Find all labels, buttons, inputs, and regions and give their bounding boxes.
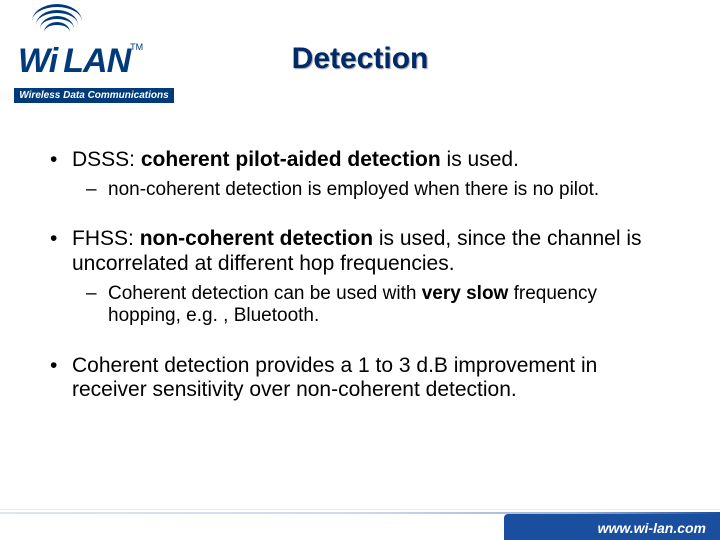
slide-title: Detection: [0, 42, 720, 76]
bullet-fhss-sub-pre: Coherent detection can be used with: [108, 283, 422, 304]
bullet-coherent: Coherent detection provides a 1 to 3 d.B…: [50, 354, 670, 404]
slide-content: DSSS: coherent pilot-aided detection is …: [50, 148, 670, 429]
footer-divider-light: [0, 509, 720, 510]
bullet-dsss-bold: coherent pilot-aided detection: [141, 148, 441, 171]
bullet-dsss-sub: non-coherent detection is employed when …: [86, 179, 670, 201]
signal-arc-icon: [30, 4, 84, 34]
bullet-dsss-pre: DSSS:: [72, 148, 141, 171]
footer-url: www.wi-lan.com: [598, 520, 706, 536]
bullet-fhss-bold: non-coherent detection: [140, 227, 373, 250]
bullet-fhss-sub-bold: very slow: [422, 283, 509, 304]
bullet-dsss: DSSS: coherent pilot-aided detection is …: [50, 148, 670, 201]
bullet-dsss-post: is used.: [441, 148, 519, 171]
bullet-fhss-pre: FHSS:: [72, 227, 140, 250]
bullet-fhss: FHSS: non-coherent detection is used, si…: [50, 227, 670, 327]
logo-subtitle: Wireless Data Communications: [14, 88, 174, 103]
bullet-fhss-sub: Coherent detection can be used with very…: [86, 283, 670, 328]
